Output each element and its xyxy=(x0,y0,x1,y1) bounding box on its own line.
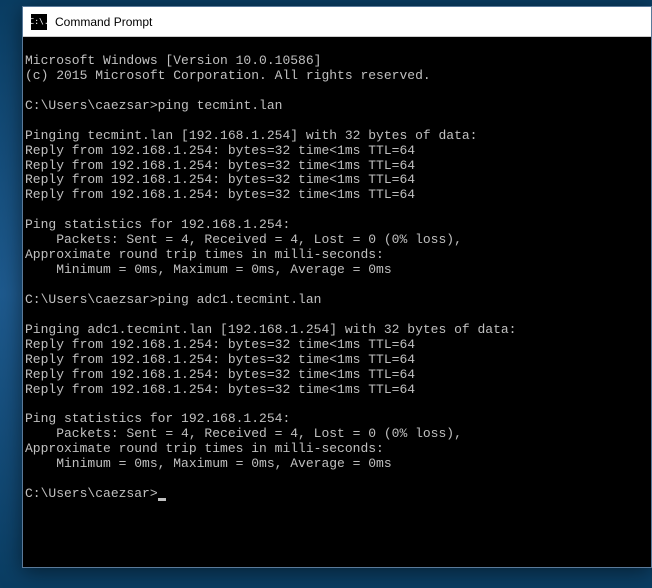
cmd-icon: C:\. xyxy=(31,14,47,30)
ping-rtt-values: Minimum = 0ms, Maximum = 0ms, Average = … xyxy=(25,262,392,277)
command-text: ping adc1.tecmint.lan xyxy=(158,292,322,307)
ping-header: Pinging adc1.tecmint.lan [192.168.1.254]… xyxy=(25,322,516,337)
ping-reply: Reply from 192.168.1.254: bytes=32 time<… xyxy=(25,367,415,382)
command-prompt-window: C:\. Command Prompt Microsoft Windows [V… xyxy=(22,6,652,568)
cursor xyxy=(158,498,166,501)
prompt-line-1: C:\Users\caezsar>ping tecmint.lan xyxy=(25,98,282,113)
prompt-line-2: C:\Users\caezsar>ping adc1.tecmint.lan xyxy=(25,292,321,307)
prompt-path: C:\Users\caezsar> xyxy=(25,292,158,307)
ping-reply: Reply from 192.168.1.254: bytes=32 time<… xyxy=(25,352,415,367)
terminal-output[interactable]: Microsoft Windows [Version 10.0.10586] (… xyxy=(23,37,651,567)
window-title: Command Prompt xyxy=(55,15,152,29)
ping-reply: Reply from 192.168.1.254: bytes=32 time<… xyxy=(25,187,415,202)
ping-reply: Reply from 192.168.1.254: bytes=32 time<… xyxy=(25,382,415,397)
os-version-line: Microsoft Windows [Version 10.0.10586] xyxy=(25,53,321,68)
prompt-path: C:\Users\caezsar> xyxy=(25,98,158,113)
ping-rtt-header: Approximate round trip times in milli-se… xyxy=(25,247,384,262)
ping-header: Pinging tecmint.lan [192.168.1.254] with… xyxy=(25,128,477,143)
titlebar[interactable]: C:\. Command Prompt xyxy=(23,7,651,37)
ping-reply: Reply from 192.168.1.254: bytes=32 time<… xyxy=(25,337,415,352)
ping-rtt-header: Approximate round trip times in milli-se… xyxy=(25,441,384,456)
ping-rtt-values: Minimum = 0ms, Maximum = 0ms, Average = … xyxy=(25,456,392,471)
copyright-line: (c) 2015 Microsoft Corporation. All righ… xyxy=(25,68,431,83)
prompt-line-3[interactable]: C:\Users\caezsar> xyxy=(25,486,166,501)
ping-stats-header: Ping statistics for 192.168.1.254: xyxy=(25,217,290,232)
command-text: ping tecmint.lan xyxy=(158,98,283,113)
ping-stats-header: Ping statistics for 192.168.1.254: xyxy=(25,411,290,426)
ping-reply: Reply from 192.168.1.254: bytes=32 time<… xyxy=(25,143,415,158)
ping-reply: Reply from 192.168.1.254: bytes=32 time<… xyxy=(25,158,415,173)
ping-stats-packets: Packets: Sent = 4, Received = 4, Lost = … xyxy=(25,232,462,247)
prompt-path: C:\Users\caezsar> xyxy=(25,486,158,501)
ping-stats-packets: Packets: Sent = 4, Received = 4, Lost = … xyxy=(25,426,462,441)
ping-reply: Reply from 192.168.1.254: bytes=32 time<… xyxy=(25,172,415,187)
